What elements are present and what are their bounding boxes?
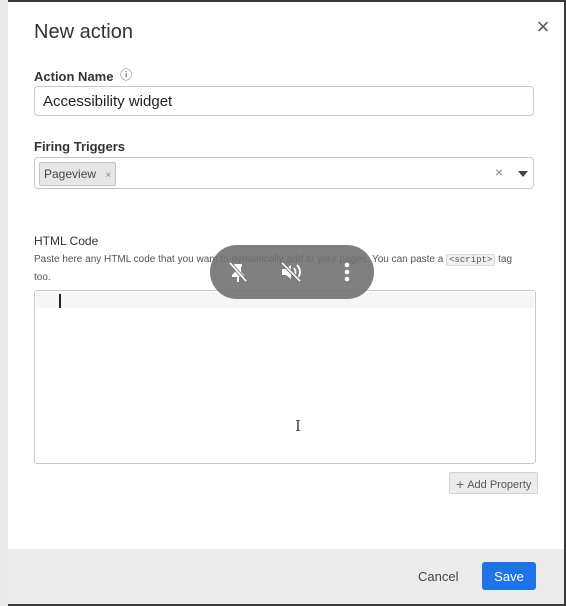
chevron-down-icon[interactable] [518, 171, 528, 177]
add-property-button[interactable]: + Add Property [449, 472, 539, 494]
html-code-label: HTML Code [34, 234, 99, 248]
cancel-button[interactable]: Cancel [418, 569, 458, 584]
volume-mute-icon [280, 261, 302, 283]
trigger-chip-label: Pageview [44, 167, 97, 181]
more-options-button[interactable] [334, 259, 360, 285]
dialog-footer: Cancel Save [8, 549, 564, 604]
close-button[interactable]: × [532, 16, 554, 38]
new-action-dialog: New action × Action Name ⓘ Firing Trigge… [8, 2, 564, 604]
more-vertical-icon [344, 262, 350, 282]
dialog-title: New action [34, 21, 133, 43]
firing-triggers-label: Firing Triggers [34, 139, 126, 154]
close-icon: × [536, 14, 550, 39]
action-name-input[interactable] [34, 86, 534, 116]
plus-icon: + [456, 476, 465, 492]
save-button[interactable]: Save [482, 562, 536, 590]
add-property-label: Add Property [467, 479, 532, 491]
chip-remove-icon[interactable]: × [105, 165, 111, 187]
screen: New action × Action Name ⓘ Firing Trigge… [0, 0, 566, 606]
trigger-chip-pageview: Pageview × [39, 162, 117, 187]
action-name-label: Action Name ⓘ [34, 68, 132, 85]
html-code-editor[interactable]: I [34, 290, 536, 464]
media-controls-overlay [210, 245, 374, 299]
info-icon[interactable]: ⓘ [120, 66, 132, 83]
mute-button[interactable] [278, 259, 304, 285]
clear-icon[interactable]: × [495, 164, 503, 180]
action-name-label-text: Action Name [34, 69, 114, 84]
text-caret [59, 294, 61, 308]
pin-off-button[interactable] [225, 259, 251, 285]
firing-triggers-select[interactable]: Pageview × × [34, 157, 534, 189]
text-cursor-icon: I [295, 417, 301, 435]
page-backdrop [0, 0, 8, 606]
pin-off-icon [228, 261, 248, 283]
script-tag-code: <script> [446, 254, 496, 266]
